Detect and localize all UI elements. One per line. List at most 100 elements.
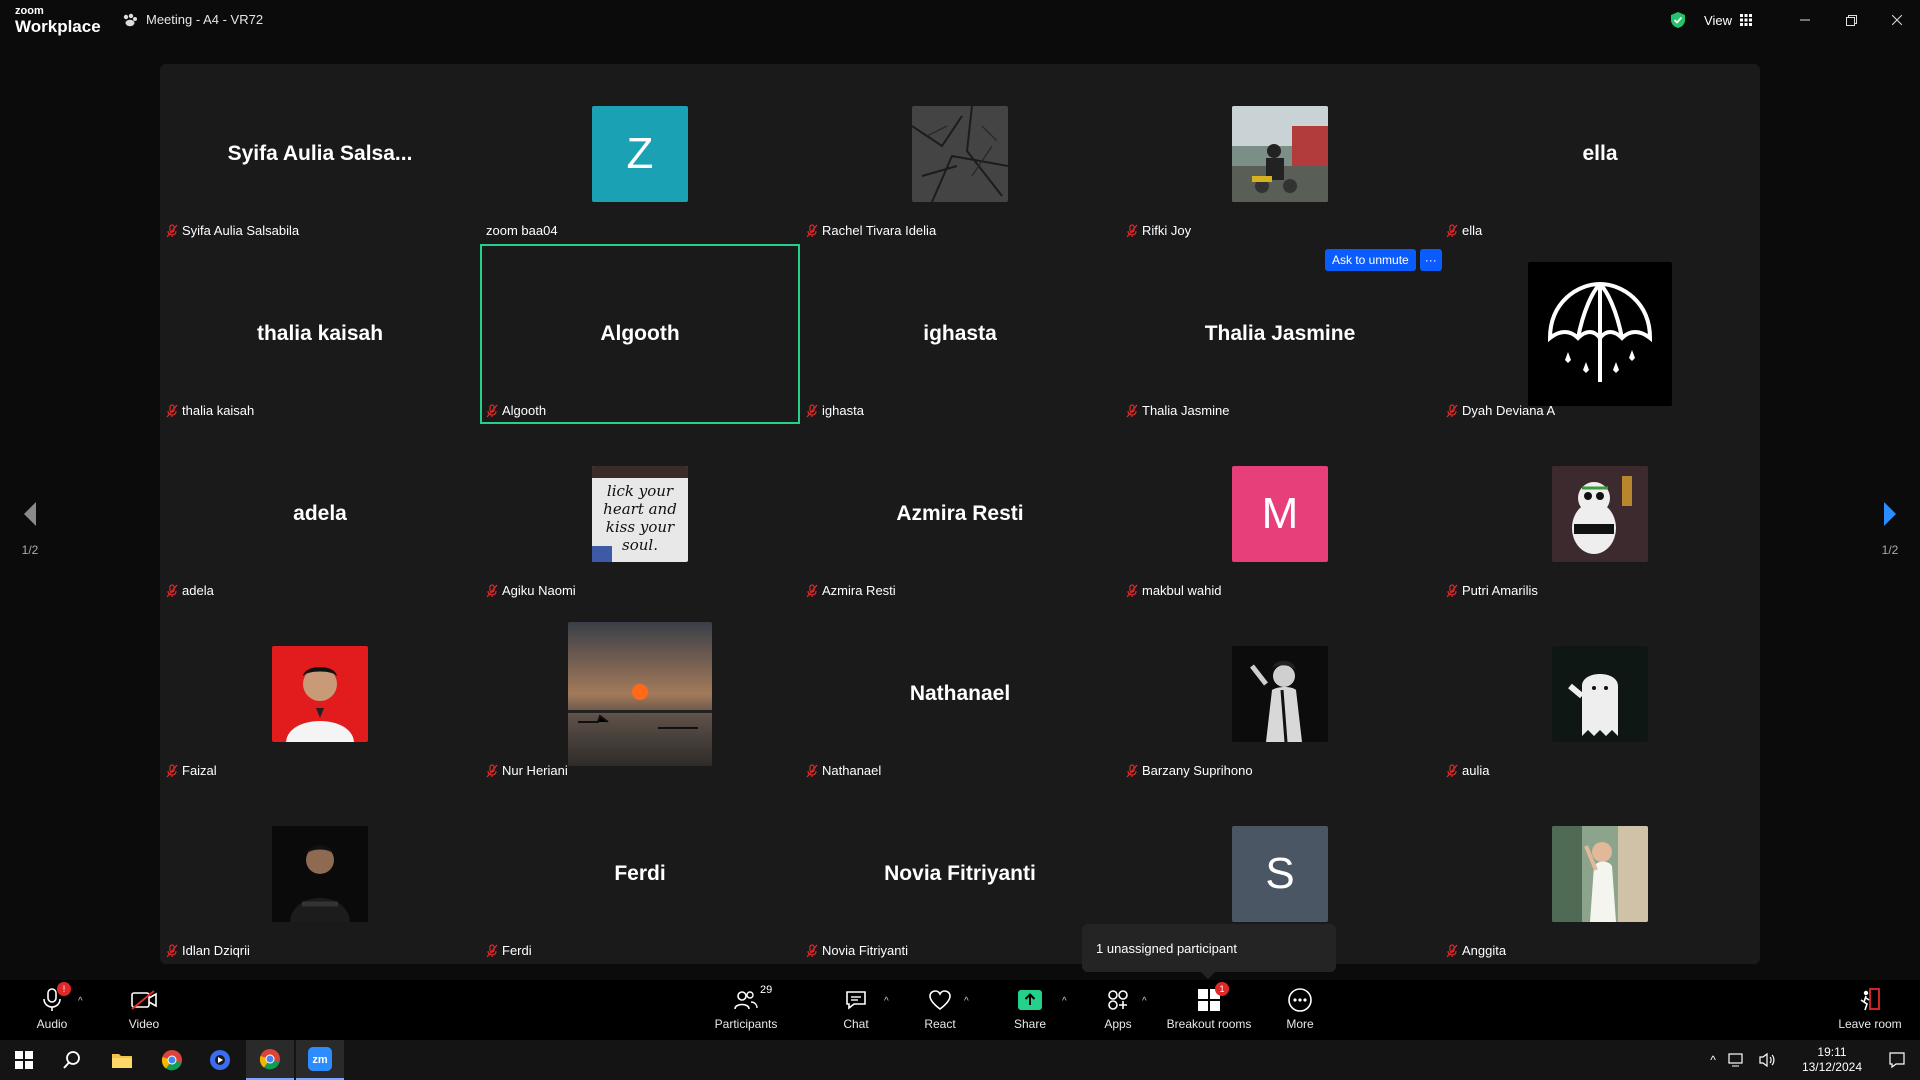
- participant-display-name: Thalia Jasmine: [1204, 322, 1356, 345]
- video-label: Video: [128, 1017, 160, 1031]
- file-explorer-button[interactable]: [98, 1040, 146, 1080]
- participant-display-name: Azmira Resti: [896, 502, 1024, 525]
- media-app-button[interactable]: [196, 1040, 244, 1080]
- windows-taskbar: zm ^ 19:11 13/12/2024: [0, 1040, 1920, 1080]
- clock-time: 19:11: [1817, 1045, 1847, 1059]
- muted-mic-icon: [1446, 763, 1458, 777]
- participants-button[interactable]: 29 Participants: [706, 984, 786, 1031]
- restore-button[interactable]: [1828, 0, 1874, 40]
- audio-options-caret[interactable]: ^: [78, 996, 83, 1007]
- participant-name: Barzany Suprihono: [1142, 763, 1253, 778]
- participant-display-name: ella: [1582, 142, 1618, 165]
- search-button[interactable]: [48, 1040, 96, 1080]
- share-label: Share: [1013, 1017, 1047, 1031]
- participant-name: Nathanael: [822, 763, 882, 778]
- more-options-button[interactable]: ···: [1419, 249, 1442, 271]
- participant-tile[interactable]: Nathanael Nathanael: [800, 604, 1120, 784]
- participant-tile[interactable]: Novia Fitriyanti Novia Fitriyanti: [800, 784, 1120, 964]
- chrome-button[interactable]: [148, 1040, 196, 1080]
- network-icon[interactable]: [1728, 1053, 1746, 1067]
- participant-tile[interactable]: Thalia Jasmine Thalia Jasmine: [1120, 244, 1440, 424]
- close-button[interactable]: [1874, 0, 1920, 40]
- participant-tile[interactable]: Syifa Aulia Salsa... Syifa Aulia Salsabil…: [160, 64, 480, 244]
- chat-button[interactable]: Chat: [816, 986, 896, 1031]
- participant-tile[interactable]: Barzany Suprihono: [1120, 604, 1440, 784]
- show-hidden-icons-icon[interactable]: ^: [1710, 1053, 1716, 1067]
- chat-options-caret[interactable]: ^: [884, 996, 889, 1007]
- video-off-icon: [131, 990, 157, 1010]
- meeting-info[interactable]: Meeting - A4 - VR72: [122, 12, 263, 27]
- participant-tile[interactable]: Dyah Deviana A: [1440, 244, 1760, 424]
- participant-name-label: Syifa Aulia Salsabila: [166, 223, 299, 238]
- participant-tile[interactable]: ighasta ighasta: [800, 244, 1120, 424]
- chrome-profile-button[interactable]: [246, 1040, 294, 1080]
- participant-name-label: thalia kaisah: [166, 403, 254, 418]
- participant-name-label: Dyah Deviana A: [1446, 403, 1555, 418]
- apps-options-caret[interactable]: ^: [1142, 996, 1147, 1007]
- leave-room-label: Leave room: [1838, 1017, 1902, 1031]
- more-button[interactable]: More: [1260, 986, 1340, 1031]
- video-button[interactable]: Video: [104, 986, 184, 1031]
- audio-warning-badge: !: [57, 982, 71, 996]
- participant-name-label: Azmira Resti: [806, 583, 896, 598]
- participant-name-label: Novia Fitriyanti: [806, 943, 908, 958]
- muted-mic-icon: [1126, 763, 1138, 777]
- svg-text:soul.: soul.: [622, 536, 658, 554]
- zoom-app-button[interactable]: zm: [296, 1040, 344, 1080]
- clock[interactable]: 19:11 13/12/2024: [1802, 1045, 1862, 1075]
- participant-tile[interactable]: aulia: [1440, 604, 1760, 784]
- participant-name: Nur Heriani: [502, 763, 568, 778]
- ask-to-unmute-button[interactable]: Ask to unmute: [1325, 249, 1416, 271]
- participant-name: Rifki Joy: [1142, 223, 1192, 238]
- react-label: React: [924, 1017, 956, 1031]
- participant-tile[interactable]: Azmira Resti Azmira Resti: [800, 424, 1120, 604]
- participant-tile[interactable]: Rachel Tivara Idelia: [800, 64, 1120, 244]
- participant-tile[interactable]: adela adela: [160, 424, 480, 604]
- participant-tile[interactable]: Zzoom baa04: [480, 64, 800, 244]
- svg-text:heart and: heart and: [603, 500, 677, 518]
- participant-name-label: Thalia Jasmine: [1126, 403, 1229, 418]
- next-page-button[interactable]: 1/2: [1870, 500, 1910, 557]
- participant-tile[interactable]: Putri Amarilis: [1440, 424, 1760, 604]
- participant-name: ighasta: [822, 403, 864, 418]
- participant-name-label: Nathanael: [806, 763, 881, 778]
- page-indicator-right: 1/2: [1881, 543, 1899, 557]
- participant-tile[interactable]: Rifki Joy: [1120, 64, 1440, 244]
- participant-tile[interactable]: ella ella: [1440, 64, 1760, 244]
- participant-tile[interactable]: Faizal: [160, 604, 480, 784]
- prev-page-button[interactable]: 1/2: [10, 500, 50, 557]
- participant-name: adela: [182, 583, 214, 598]
- breakout-rooms-button[interactable]: 1 Breakout rooms: [1166, 982, 1252, 1031]
- participant-tile[interactable]: Ferdi Ferdi: [480, 784, 800, 964]
- start-button[interactable]: [0, 1040, 48, 1080]
- participant-name: Putri Amarilis: [1462, 583, 1538, 598]
- view-button[interactable]: View: [1704, 13, 1752, 28]
- participant-tile[interactable]: Algooth Algooth: [480, 244, 800, 424]
- react-options-caret[interactable]: ^: [964, 996, 969, 1007]
- apps-button[interactable]: Apps: [1078, 986, 1158, 1031]
- react-button[interactable]: React: [900, 986, 980, 1031]
- audio-button[interactable]: ! Audio: [12, 982, 92, 1031]
- participant-tile[interactable]: Idlan Dziqrii: [160, 784, 480, 964]
- participant-tile[interactable]: Nur Heriani: [480, 604, 800, 784]
- participant-tile[interactable]: Mmakbul wahid: [1120, 424, 1440, 604]
- share-options-caret[interactable]: ^: [1062, 996, 1067, 1007]
- volume-icon[interactable]: [1758, 1052, 1776, 1068]
- notifications-icon[interactable]: [1888, 1051, 1906, 1069]
- umbrella-photo: [1528, 262, 1672, 406]
- security-shield-icon[interactable]: [1670, 11, 1686, 29]
- participant-tile[interactable]: lick your heart and kiss your soul. Agiku Na…: [480, 424, 800, 604]
- restore-icon: [1845, 14, 1857, 26]
- video-gallery: Syifa Aulia Salsa... Syifa Aulia Salsabil…: [160, 64, 1760, 964]
- breakout-label: Breakout rooms: [1166, 1017, 1252, 1031]
- participant-name: Novia Fitriyanti: [822, 943, 908, 958]
- participant-tile[interactable]: Anggita: [1440, 784, 1760, 964]
- muted-mic-icon: [486, 763, 498, 777]
- share-button[interactable]: Share: [990, 986, 1070, 1031]
- participant-tile[interactable]: thalia kaisah thalia kaisah: [160, 244, 480, 424]
- muted-mic-icon: [486, 583, 498, 597]
- minimize-button[interactable]: [1782, 0, 1828, 40]
- svg-text:zm: zm: [312, 1054, 328, 1066]
- leave-room-button[interactable]: Leave room: [1830, 986, 1910, 1031]
- participant-name-label: Rachel Tivara Idelia: [806, 223, 936, 238]
